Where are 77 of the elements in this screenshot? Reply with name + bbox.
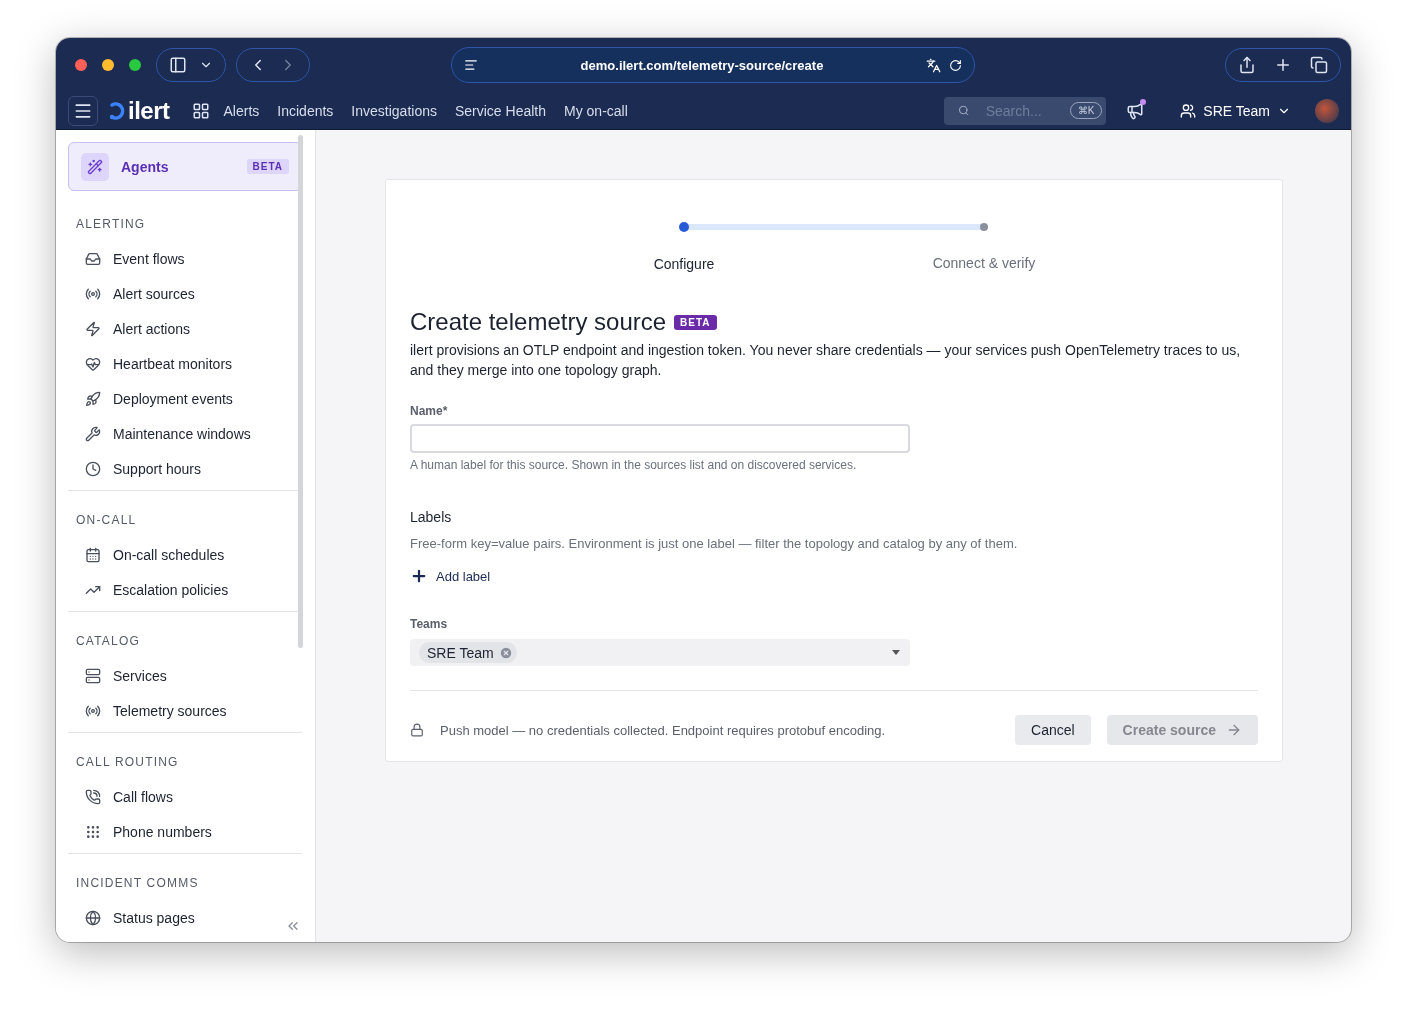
user-avatar[interactable]	[1315, 98, 1339, 123]
address-bar[interactable]: demo.ilert.com/telemetry-source/create	[451, 47, 975, 83]
apps-grid-icon[interactable]	[191, 101, 210, 120]
inbox-icon	[85, 250, 101, 267]
section-heading: ON-CALL	[76, 512, 138, 529]
step-label[interactable]: Configure	[653, 256, 715, 272]
sidebar-item[interactable]: Telemetry sources	[68, 693, 302, 728]
section-description: Free-form key=value pairs. Environment is just one label — filter the topology and catalog by any of them.	[410, 536, 1019, 551]
sidebar-item[interactable]: Maintenance windows	[68, 416, 302, 451]
team-switcher[interactable]: SRE Team	[1174, 101, 1297, 120]
sidebar-item[interactable]: Phone numbers	[68, 814, 302, 849]
section-heading: CATALOG	[76, 633, 141, 650]
clock-icon	[85, 460, 101, 477]
nav-link[interactable]: Investigations	[351, 102, 437, 119]
megaphone-icon[interactable]	[1126, 101, 1145, 120]
nav-link[interactable]: Incidents	[277, 102, 334, 119]
sidebar-item[interactable]: On-call schedules	[68, 537, 302, 572]
url-text: demo.ilert.com/telemetry-source/create	[579, 57, 825, 73]
sidebar-item[interactable]: Status pages	[68, 900, 302, 935]
dots-grid-icon	[85, 823, 101, 840]
team-chip[interactable]: SRE Team	[419, 642, 517, 663]
tabs-overview-icon[interactable]	[1310, 56, 1328, 74]
sidebar-item[interactable]: Event flows	[68, 241, 302, 276]
arrow-right-icon	[1226, 722, 1242, 738]
sidebar-item[interactable]: Call flows	[68, 779, 302, 814]
beta-badge: BETA	[674, 314, 717, 330]
sidebar-item[interactable]: Support hours	[68, 451, 302, 486]
menu-button[interactable]	[68, 95, 98, 126]
section-heading: INCIDENT COMMS	[76, 875, 200, 892]
nav-link[interactable]: My on-call	[564, 102, 628, 119]
sidebar-item[interactable]: Escalation policies	[68, 572, 302, 607]
sidebar-item[interactable]: Heartbeat monitors	[68, 346, 302, 381]
nav-link[interactable]: Service Health	[454, 102, 546, 119]
search-icon	[958, 103, 970, 118]
sidebar-item[interactable]: Deployment events	[68, 381, 302, 416]
nav-link[interactable]: Alerts	[223, 102, 260, 119]
magic-wand-icon	[81, 152, 109, 181]
share-icon[interactable]	[1238, 56, 1256, 74]
reload-icon[interactable]	[949, 58, 962, 72]
ilert-logo[interactable]: ilert	[108, 96, 170, 125]
rocket-icon	[85, 390, 101, 407]
wrench-icon	[85, 425, 101, 442]
description: ilert provisions an OTLP endpoint and ingestion token. You never share credentials — your services push OpenTelemetry traces to us, and they merge into one topology graph.	[410, 341, 1242, 380]
section-heading: CALL ROUTING	[76, 754, 180, 771]
dropdown-caret-icon	[892, 650, 900, 655]
field-hint: A human label for this source. Shown in the sources list and on discovered services.	[410, 458, 858, 472]
heart-pulse-icon	[85, 355, 101, 372]
lock-icon	[410, 723, 424, 737]
section-heading: ALERTING	[76, 216, 147, 233]
globe-icon	[85, 909, 101, 926]
footer-note: Push model — no credentials collected. Endpoint requires protobuf encoding.	[440, 722, 887, 738]
remove-icon[interactable]	[498, 645, 513, 660]
sidebar-item[interactable]: Alert actions	[68, 311, 302, 346]
translate-icon[interactable]	[926, 57, 941, 73]
page-icon	[464, 58, 478, 72]
phone-icon	[85, 788, 101, 805]
scrollbar-thumb[interactable]	[298, 135, 303, 648]
add-label-button[interactable]: Add label	[410, 567, 491, 585]
server-icon	[85, 667, 101, 684]
sidebar-toggle-icon[interactable]	[169, 56, 187, 74]
logo-mark-icon	[108, 100, 126, 121]
calendar-icon	[85, 546, 101, 563]
step-label[interactable]: Connect & verify	[932, 255, 1036, 271]
new-tab-icon[interactable]	[1274, 56, 1292, 74]
field-label: Name*	[410, 404, 449, 418]
users-icon	[1180, 102, 1197, 119]
teams-select[interactable]: SRE Team	[410, 639, 910, 666]
plus-icon	[410, 567, 428, 585]
field-label: Teams	[410, 617, 449, 631]
cancel-button[interactable]: Cancel	[1015, 715, 1091, 745]
sidebar-item[interactable]: Alert sources	[68, 276, 302, 311]
sidebar-item[interactable]: Services	[68, 658, 302, 693]
page-title: Create telemetry source	[410, 308, 667, 336]
name-input[interactable]	[410, 424, 910, 453]
lightning-icon	[85, 320, 101, 337]
section-title: Labels	[410, 509, 453, 525]
beta-badge: BETA	[246, 159, 289, 174]
